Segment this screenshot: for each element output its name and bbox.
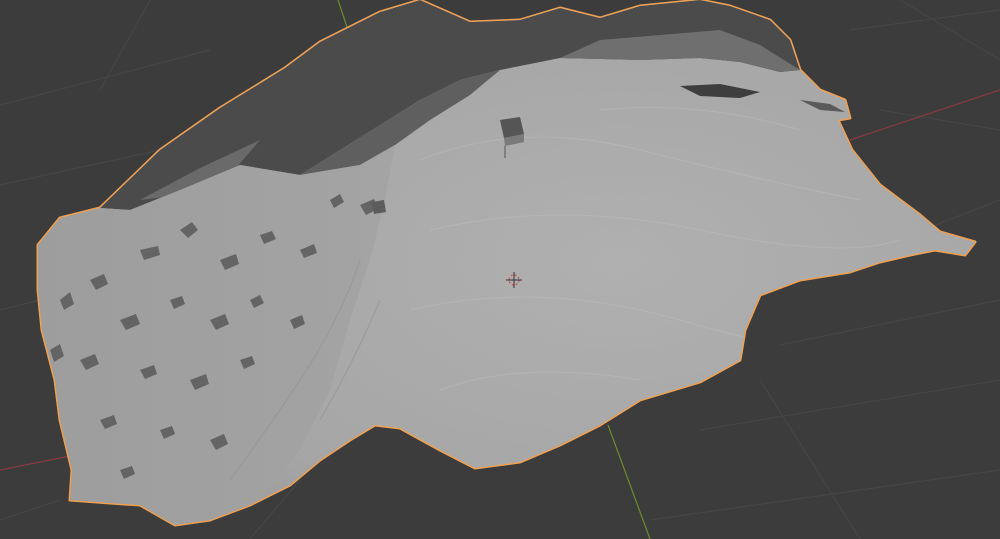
small-rock [372,200,386,214]
3d-viewport[interactable] [0,0,1000,539]
x-axis-line-far [849,89,1000,141]
y-axis-line [337,0,349,31]
terrain-mesh[interactable] [38,0,975,525]
y-axis-line-near [607,424,651,539]
x-axis-line [0,454,76,471]
